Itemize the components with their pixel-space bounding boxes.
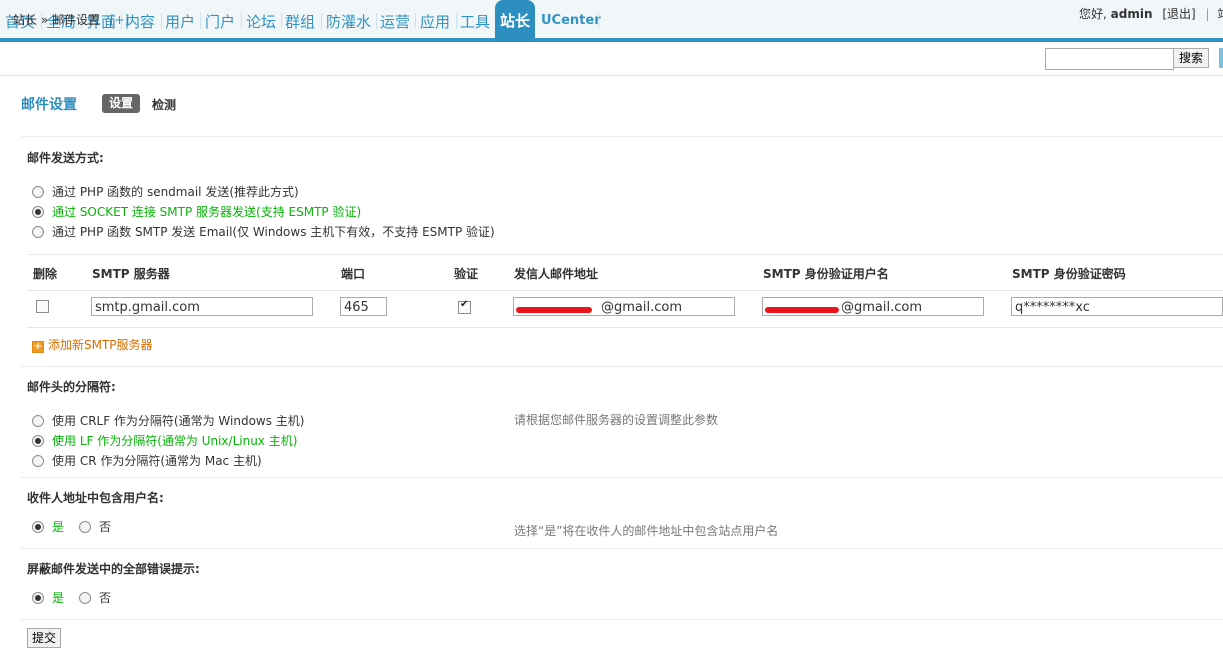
nav-divider <box>200 13 201 29</box>
redaction-mark <box>516 307 592 313</box>
radio-icon[interactable] <box>32 415 44 427</box>
nav-item-antispam[interactable]: 防灌水 <box>326 11 371 32</box>
nav-item-content[interactable]: 内容 <box>125 11 155 32</box>
tab-settings[interactable]: 设置 <box>102 94 140 113</box>
username-label: admin <box>1110 7 1153 21</box>
nav-divider <box>376 13 377 29</box>
col-header-server: SMTP 服务器 <box>92 267 170 281</box>
mail-method-option-php-smtp[interactable]: 通过 PHP 函数 SMTP 发送 Email(仅 Windows 主机下有效，… <box>32 223 495 240</box>
page-title: 邮件设置 <box>21 97 77 113</box>
separator-option-lf[interactable]: 使用 LF 作为分隔符(通常为 Unix/Linux 主机) <box>32 432 297 449</box>
col-header-delete: 删除 <box>33 267 58 281</box>
nav-divider <box>456 13 457 29</box>
nav-item-ucenter[interactable]: UCenter <box>541 13 601 28</box>
separator-hint: 请根据您邮件服务器的设置调整此参数 <box>514 413 719 427</box>
radio-icon[interactable] <box>32 592 44 604</box>
divider <box>21 366 1223 367</box>
smtp-port-input[interactable]: 465 <box>340 297 387 316</box>
radio-icon[interactable] <box>79 521 91 533</box>
search-button[interactable]: 搜索 <box>1173 48 1209 68</box>
col-header-username: SMTP 身份验证用户名 <box>763 267 889 281</box>
radio-icon[interactable] <box>32 455 44 467</box>
mail-method-option-sendmail[interactable]: 通过 PHP 函数的 sendmail 发送(推荐此方式) <box>32 183 299 200</box>
radio-icon[interactable] <box>32 226 44 238</box>
radio-icon[interactable] <box>32 206 44 218</box>
col-header-auth: 验证 <box>454 267 479 281</box>
add-smtp-server-link[interactable]: + 添加新SMTP服务器 <box>32 336 153 353</box>
include-username-no[interactable]: 否 <box>79 518 111 535</box>
include-username-hint: 选择“是”将在收件人的邮件地址中包含站点用户名 <box>514 524 779 538</box>
breadcrumb-separator: » <box>40 13 49 27</box>
sub-bar <box>0 42 1223 76</box>
breadcrumb-current: 邮件设置 <box>52 13 101 27</box>
nav-divider <box>161 13 162 29</box>
user-welcome: 您好, admin [退出] | 站 <box>1079 5 1223 22</box>
silent-errors-label: 屏蔽邮件发送中的全部错误提示: <box>27 562 200 576</box>
nav-divider <box>415 13 416 29</box>
scroll-edge <box>1219 48 1223 68</box>
silent-errors-no[interactable]: 否 <box>79 589 111 606</box>
add-shortcut-link[interactable]: [+] <box>110 13 129 27</box>
tab-check[interactable]: 检测 <box>152 96 176 113</box>
nav-item-admin[interactable]: 站长 <box>495 0 536 42</box>
smtp-server-input[interactable]: smtp.gmail.com <box>91 297 313 316</box>
divider <box>27 254 1223 255</box>
silent-errors-yes[interactable]: 是 <box>32 589 64 606</box>
mail-method-option-socket[interactable]: 通过 SOCKET 连接 SMTP 服务器发送(支持 ESMTP 验证) <box>32 203 361 220</box>
nav-divider <box>321 13 322 29</box>
greeting-text: 您好, <box>1079 7 1107 21</box>
divider <box>21 136 1223 137</box>
radio-icon[interactable] <box>32 521 44 533</box>
search-input[interactable] <box>1045 48 1174 70</box>
nav-item-forum[interactable]: 论坛 <box>246 11 276 32</box>
breadcrumb: 站长 » 邮件设置 [+] <box>13 11 129 28</box>
smtp-password-input[interactable]: q********xc <box>1011 297 1223 316</box>
plus-icon: + <box>32 341 44 353</box>
nav-item-groups[interactable]: 群组 <box>285 11 315 32</box>
separator-option-crlf[interactable]: 使用 CRLF 作为分隔符(通常为 Windows 主机) <box>32 412 305 429</box>
include-username-yes[interactable]: 是 <box>32 518 64 535</box>
nav-divider <box>241 13 242 29</box>
separator-label: 邮件头的分隔符: <box>27 380 116 394</box>
submit-button[interactable]: 提交 <box>27 628 61 648</box>
nav-item-portal[interactable]: 门户 <box>205 11 235 32</box>
redaction-mark <box>765 307 839 313</box>
col-header-port: 端口 <box>341 267 366 281</box>
nav-divider <box>598 13 599 29</box>
nav-item-apps[interactable]: 应用 <box>420 11 450 32</box>
divider <box>21 619 1223 620</box>
nav-item-operations[interactable]: 运营 <box>380 11 410 32</box>
col-header-from: 发信人邮件地址 <box>514 267 599 281</box>
nav-item-users[interactable]: 用户 <box>165 11 195 32</box>
col-header-password: SMTP 身份验证密码 <box>1012 267 1126 281</box>
nav-item-tools[interactable]: 工具 <box>460 11 490 32</box>
separator-option-cr[interactable]: 使用 CR 作为分隔符(通常为 Mac 主机) <box>32 452 262 469</box>
divider <box>21 477 1223 478</box>
include-username-label: 收件人地址中包含用户名: <box>27 491 164 505</box>
radio-icon[interactable] <box>79 592 91 604</box>
nav-divider <box>281 13 282 29</box>
radio-icon[interactable] <box>32 186 44 198</box>
logout-link[interactable]: [退出] <box>1162 7 1195 21</box>
site-link[interactable]: 站 <box>1217 7 1223 21</box>
radio-icon[interactable] <box>32 435 44 447</box>
breadcrumb-root[interactable]: 站长 <box>13 13 37 27</box>
auth-checkbox[interactable] <box>458 299 471 314</box>
mail-method-label: 邮件发送方式: <box>27 151 104 165</box>
delete-checkbox[interactable] <box>36 300 49 313</box>
divider <box>21 548 1223 549</box>
